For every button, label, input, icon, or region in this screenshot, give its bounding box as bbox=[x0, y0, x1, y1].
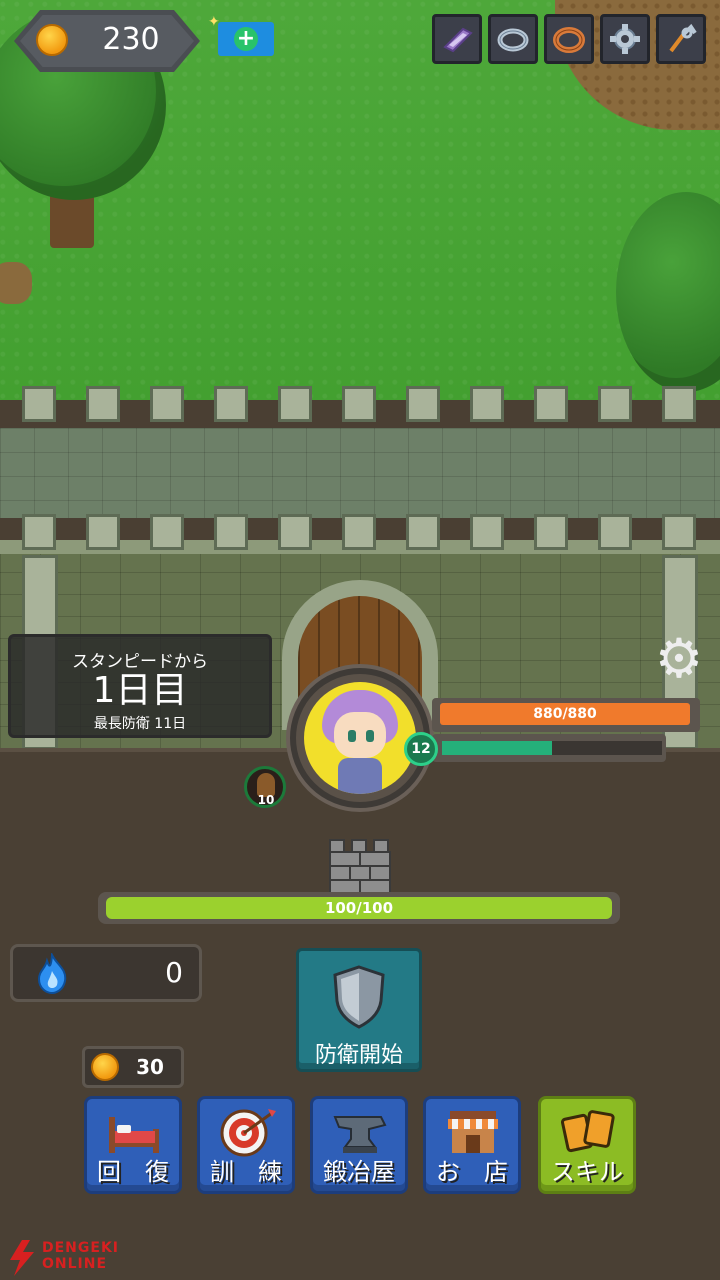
lightning-bolt-icon bbox=[10, 1240, 34, 1276]
blue-flame-icon bbox=[37, 953, 67, 995]
blacksmith-button[interactable]: 鍛冶屋 bbox=[310, 1096, 408, 1194]
merlon bbox=[86, 514, 120, 550]
bronze-ring-button[interactable] bbox=[544, 14, 594, 64]
bed-icon bbox=[109, 1117, 159, 1153]
shop-button[interactable]: お 店 bbox=[423, 1096, 521, 1194]
merlon bbox=[278, 386, 312, 422]
merlon bbox=[406, 514, 440, 550]
hero-face bbox=[334, 712, 386, 758]
heal-label: 回 復 bbox=[97, 1158, 169, 1186]
merlon bbox=[342, 386, 376, 422]
coin-icon bbox=[36, 24, 68, 56]
cost-panel: 30 bbox=[82, 1046, 184, 1088]
stampede-panel: スタンピードから 1日目 最長防衛 11日 bbox=[8, 634, 272, 738]
merlon bbox=[214, 386, 248, 422]
watermark-line2: ONLINE bbox=[42, 1256, 108, 1272]
ring-button[interactable] bbox=[488, 14, 538, 64]
watermark-line1: DENGEKI bbox=[42, 1240, 120, 1256]
tree-stump bbox=[0, 262, 32, 304]
merlon bbox=[598, 514, 632, 550]
shop-label: お 店 bbox=[436, 1158, 508, 1186]
enemy-marker[interactable]: 10 bbox=[244, 766, 286, 808]
skill-label: スキル bbox=[551, 1158, 623, 1186]
plus-icon: + bbox=[234, 27, 258, 51]
hp-text: 880/880 bbox=[533, 706, 597, 722]
gear-icon bbox=[610, 24, 640, 54]
merlon bbox=[470, 386, 504, 422]
day-counter: 1日目 bbox=[92, 670, 188, 711]
ring-icon bbox=[497, 28, 529, 52]
gold-count: 230 bbox=[102, 22, 160, 57]
bronze-ring-icon bbox=[553, 27, 585, 53]
merlon bbox=[150, 514, 184, 550]
merlon bbox=[86, 386, 120, 422]
hero-eye-right bbox=[366, 730, 374, 742]
hero-eye-left bbox=[348, 730, 356, 742]
cards-icon bbox=[560, 1110, 615, 1153]
target-icon bbox=[220, 1109, 276, 1157]
merlon bbox=[662, 386, 696, 422]
stampede-label: スタンピードから bbox=[72, 652, 208, 672]
wall-hp-text: 100/100 bbox=[324, 899, 394, 917]
merlon bbox=[214, 514, 248, 550]
merlon bbox=[150, 386, 184, 422]
soul-panel: 0 bbox=[10, 944, 202, 1002]
enemy-count: 10 bbox=[257, 793, 275, 807]
merlon bbox=[598, 386, 632, 422]
hero-level-badge: 12 bbox=[404, 732, 438, 766]
training-label: 訓 練 bbox=[210, 1158, 282, 1186]
merlon bbox=[662, 514, 696, 550]
whetstone-button[interactable] bbox=[432, 14, 482, 64]
training-button[interactable]: 訓 練 bbox=[197, 1096, 295, 1194]
merlon bbox=[278, 514, 312, 550]
best-record: 最長防衛 11日 bbox=[93, 716, 187, 732]
start-defense-button[interactable]: 防衛開始 bbox=[296, 948, 422, 1072]
blacksmith-label: 鍛冶屋 bbox=[323, 1158, 395, 1186]
gear-button[interactable] bbox=[600, 14, 650, 64]
skill-button[interactable]: スキル bbox=[538, 1096, 636, 1194]
merlon bbox=[534, 514, 568, 550]
xp-bar bbox=[442, 741, 552, 755]
game-scene: 230 ✦ + スタンピードから 1日目 最長防衛 11日 ⚙ 880/880 … bbox=[0, 0, 720, 1280]
tongs-icon bbox=[669, 23, 697, 53]
hero-body bbox=[338, 758, 382, 794]
dengeki-online-watermark: DENGEKI ONLINE bbox=[4, 1238, 134, 1278]
tongs-button[interactable] bbox=[656, 14, 706, 64]
merlon bbox=[22, 386, 56, 422]
merlon bbox=[470, 514, 504, 550]
whetstone-icon bbox=[443, 27, 473, 53]
anvil-icon bbox=[333, 1116, 387, 1153]
add-gold-button[interactable]: + bbox=[218, 22, 274, 56]
wall-upper bbox=[0, 428, 720, 518]
coin-icon bbox=[91, 1053, 119, 1081]
merlon bbox=[534, 386, 568, 422]
heal-button[interactable]: 回 復 bbox=[84, 1096, 182, 1194]
merlon bbox=[342, 514, 376, 550]
merlon bbox=[406, 386, 440, 422]
soul-count: 0 bbox=[165, 956, 183, 989]
start-defense-label: 防衛開始 bbox=[314, 1043, 403, 1068]
settings-gear-icon[interactable]: ⚙ bbox=[652, 632, 706, 686]
shop-icon bbox=[448, 1111, 498, 1153]
cost-value: 30 bbox=[136, 1055, 164, 1079]
brick-wall-icon bbox=[329, 839, 391, 895]
shield-icon bbox=[333, 965, 385, 1029]
hero-portrait[interactable] bbox=[304, 682, 416, 794]
merlon bbox=[22, 514, 56, 550]
